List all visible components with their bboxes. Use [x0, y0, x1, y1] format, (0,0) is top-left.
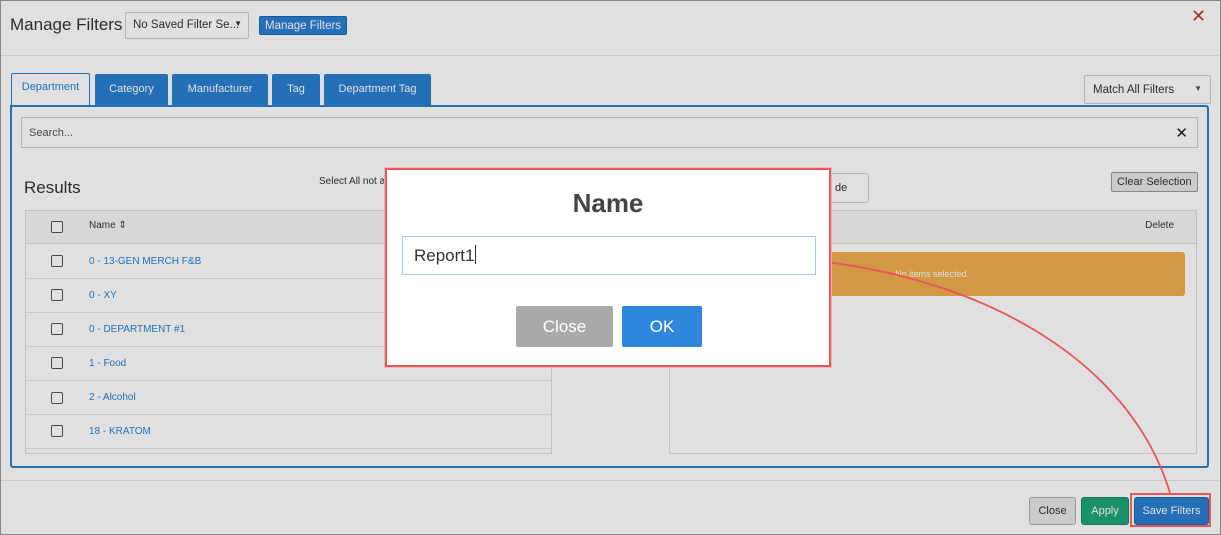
save-filters-highlight: [1130, 493, 1211, 527]
report-name-input[interactable]: Report1: [402, 236, 816, 275]
dialog-title: Name: [572, 188, 644, 218]
dialog-close-button[interactable]: Close: [516, 306, 613, 347]
dialog-ok-button[interactable]: OK: [622, 306, 702, 347]
name-dialog: Name Report1 Close OK: [385, 168, 831, 367]
report-name-value: Report1: [414, 246, 475, 265]
text-cursor: [475, 245, 477, 264]
